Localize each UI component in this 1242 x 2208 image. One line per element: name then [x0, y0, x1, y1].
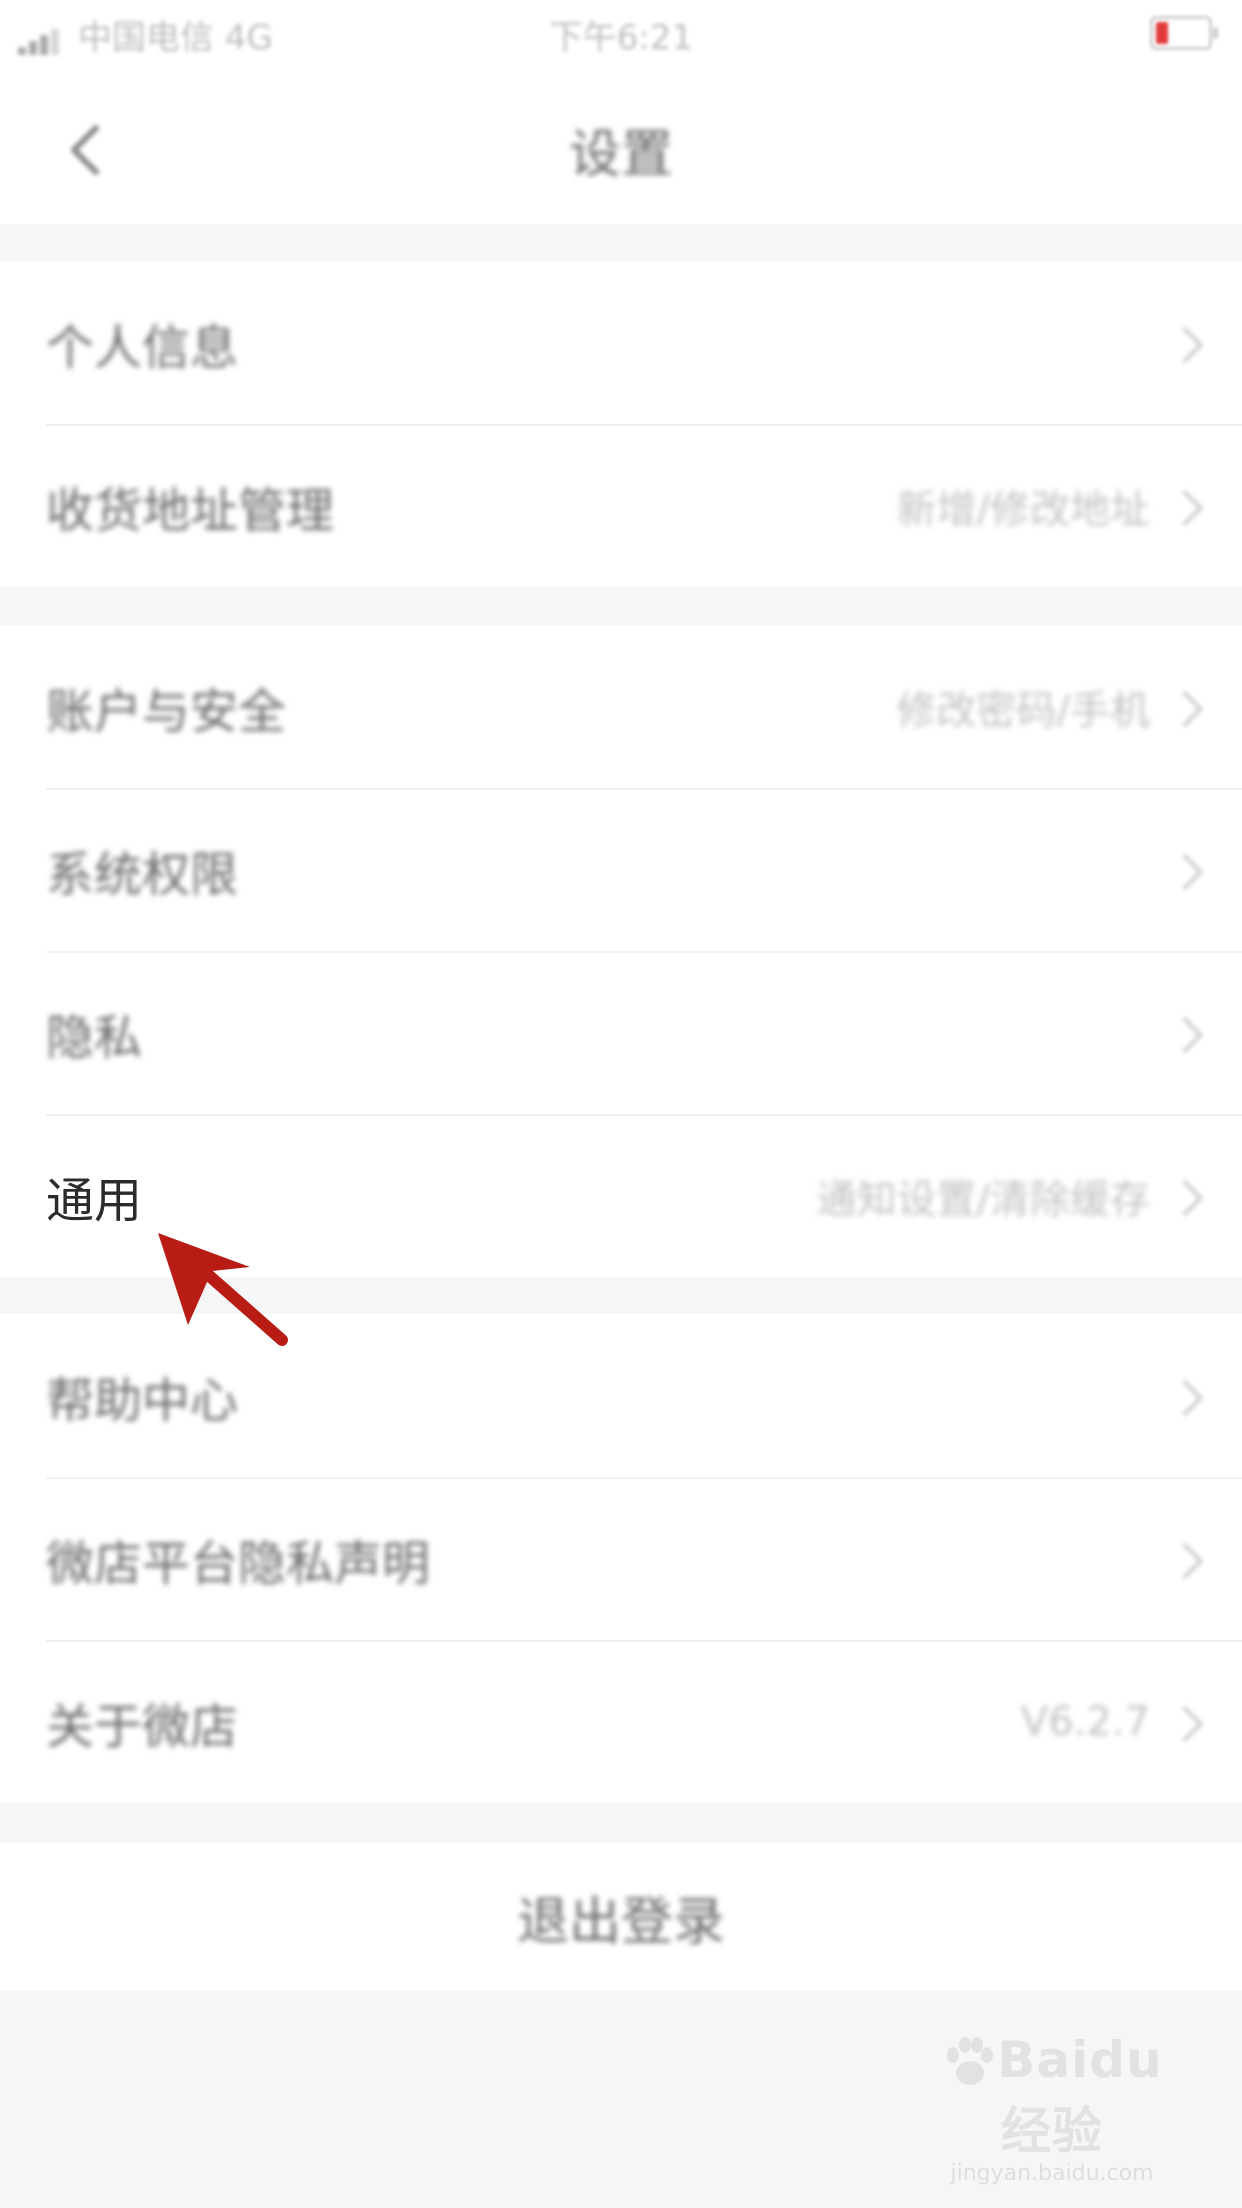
row-label: 系统权限 — [46, 846, 239, 903]
paw-icon — [941, 2035, 997, 2091]
row-system-permissions[interactable]: 系统权限 — [0, 788, 1242, 951]
chevron-right-icon — [1166, 1379, 1204, 1416]
row-value: 新增/修改地址 — [896, 486, 1150, 533]
watermark: Baidu经验 jingyan.baidu.com — [932, 2031, 1172, 2186]
settings-group-profile: 个人信息 收货地址管理 新增/修改地址 — [0, 261, 1242, 587]
row-value: V6.2.7 — [1020, 1698, 1150, 1745]
row-label: 收货地址管理 — [46, 482, 335, 539]
nav-bar: 设置 — [0, 64, 1242, 224]
row-label: 账户与安全 — [46, 683, 287, 740]
row-account-security[interactable]: 账户与安全 修改密码/手机 — [0, 625, 1242, 788]
row-personal-info[interactable]: 个人信息 — [0, 261, 1242, 424]
logout-label: 退出登录 — [516, 1892, 725, 1953]
red-arrow-icon — [150, 1225, 300, 1355]
row-privacy[interactable]: 隐私 — [0, 951, 1242, 1114]
row-label: 个人信息 — [46, 319, 239, 376]
row-about[interactable]: 关于微店 V6.2.7 — [0, 1640, 1242, 1803]
settings-group-account: 账户与安全 修改密码/手机 系统权限 隐私 通用 通知设置/清除缓存 — [0, 625, 1242, 1277]
row-value: 修改密码/手机 — [896, 687, 1150, 734]
watermark-text: Baidu经验 — [997, 2030, 1163, 2161]
chevron-right-icon — [1166, 853, 1204, 890]
row-value: 通知设置/清除缓存 — [816, 1176, 1150, 1223]
row-label: 通用 — [46, 1172, 143, 1229]
chevron-right-icon — [1166, 1016, 1204, 1053]
logout-button[interactable]: 退出登录 — [0, 1843, 1242, 1991]
chevron-right-icon — [1166, 489, 1204, 526]
chevron-right-icon — [1166, 1542, 1204, 1579]
watermark-logo: Baidu经验 — [932, 2031, 1172, 2164]
chevron-right-icon — [1166, 1179, 1204, 1216]
page-title: 设置 — [568, 125, 673, 185]
row-address-management[interactable]: 收货地址管理 新增/修改地址 — [0, 424, 1242, 587]
row-label: 微店平台隐私声明 — [46, 1535, 431, 1592]
battery-icon — [1150, 16, 1218, 50]
settings-group-help: 帮助中心 微店平台隐私声明 关于微店 V6.2.7 — [0, 1314, 1242, 1803]
chevron-right-icon — [1166, 690, 1204, 727]
row-label: 隐私 — [46, 1009, 143, 1066]
status-bar: 中国电信 4G 下午6:21 — [0, 0, 1242, 64]
row-label: 关于微店 — [46, 1698, 239, 1755]
row-label: 帮助中心 — [46, 1372, 239, 1429]
status-time: 下午6:21 — [548, 18, 694, 58]
chevron-right-icon — [1166, 326, 1204, 363]
watermark-url: jingyan.baidu.com — [950, 2161, 1154, 2186]
row-privacy-statement[interactable]: 微店平台隐私声明 — [0, 1477, 1242, 1640]
chevron-right-icon — [1166, 1705, 1204, 1742]
